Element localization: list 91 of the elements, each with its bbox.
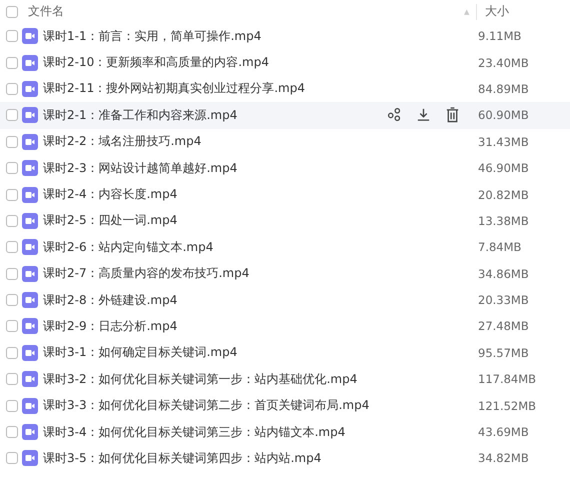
share-icon[interactable] [387, 107, 402, 122]
delete-icon[interactable] [445, 107, 460, 124]
file-size: 20.82MB [478, 188, 530, 202]
video-file-icon [22, 134, 38, 150]
size-column-header[interactable]: 大小 [485, 3, 570, 20]
file-size: 84.89MB [478, 82, 530, 96]
video-file-icon [22, 344, 38, 361]
file-size: 117.84MB [478, 372, 538, 386]
file-size: 13.38MB [478, 214, 530, 228]
row-checkbox[interactable] [6, 188, 18, 201]
file-row[interactable]: 课时2-1：准备工作和内容来源.mp4 60.90MB [0, 102, 570, 129]
file-name: 课时2-7：高质量内容的发布技巧.mp4 [43, 265, 250, 282]
video-file-icon [22, 212, 38, 229]
file-row[interactable]: 课时2-2：域名注册技巧.mp4 31.43MB [0, 128, 570, 155]
row-checkbox[interactable] [6, 136, 18, 148]
file-row[interactable]: 课时2-3：网站设计越简单越好.mp4 46.90MB [0, 154, 570, 182]
file-row[interactable]: 课时1-1：前言：实用，简单可操作.mp4 9.11MB [0, 23, 570, 50]
file-name: 课时2-11：搜外网站初期真实创业过程分享.mp4 [43, 80, 306, 98]
download-icon[interactable] [416, 107, 431, 122]
file-name: 课时3-5：如何优化目标关键词第四步：站内站.mp4 [43, 450, 322, 467]
file-size: 43.69MB [478, 425, 530, 440]
file-size: 34.82MB [478, 451, 530, 466]
video-file-icon [22, 80, 38, 97]
video-file-icon [22, 318, 38, 334]
file-name: 课时2-5：四处一词.mp4 [43, 212, 178, 230]
file-name: 课时2-9：日志分析.mp4 [43, 318, 178, 335]
file-size: 27.48MB [478, 319, 530, 334]
row-checkbox[interactable] [6, 56, 18, 69]
video-file-icon [22, 54, 38, 71]
file-size: 9.11MB [478, 29, 522, 44]
video-file-icon [22, 398, 38, 414]
row-checkbox[interactable] [6, 320, 18, 332]
row-checkbox[interactable] [6, 346, 18, 359]
file-name: 课时3-4：如何优化目标关键词第三步：站内锚文本.mp4 [43, 424, 346, 441]
file-size: 23.40MB [478, 56, 530, 70]
video-file-icon [22, 266, 38, 282]
video-file-icon [22, 186, 38, 203]
row-checkbox[interactable] [6, 268, 18, 280]
file-row[interactable]: 课时2-11：搜外网站初期真实创业过程分享.mp4 84.89MB [0, 76, 570, 102]
video-file-icon [22, 292, 38, 308]
row-checkbox[interactable] [6, 294, 18, 306]
file-name: 课时2-1：准备工作和内容来源.mp4 [43, 106, 238, 124]
file-row[interactable]: 课时2-4：内容长度.mp4 20.82MB [0, 181, 570, 208]
file-row[interactable]: 课时2-5：四处一词.mp4 13.38MB [0, 208, 570, 234]
file-name: 课时3-1：如何确定目标关键词.mp4 [43, 344, 238, 362]
file-name: 课时2-6：站内定向锚文本.mp4 [43, 238, 214, 256]
row-checkbox[interactable] [6, 162, 18, 174]
file-name: 课时3-2：如何优化目标关键词第一步：站内基础优化.mp4 [43, 370, 358, 388]
file-size: 95.57MB [478, 346, 530, 360]
file-row[interactable]: 课时3-2：如何优化目标关键词第一步：站内基础优化.mp4 117.84MB [0, 366, 570, 392]
row-checkbox[interactable] [6, 400, 18, 412]
row-checkbox[interactable] [6, 82, 18, 95]
select-all-checkbox[interactable] [6, 6, 18, 18]
row-checkbox[interactable] [6, 30, 18, 42]
file-name: 课时2-4：内容长度.mp4 [43, 186, 178, 204]
file-size: 20.33MB [478, 293, 530, 308]
video-file-icon [22, 424, 38, 440]
video-file-icon [22, 371, 38, 388]
file-row[interactable]: 课时3-3：如何优化目标关键词第二步：首页关键词布局.mp4 121.52MB [0, 392, 570, 419]
file-row[interactable]: 课时2-6：站内定向锚文本.mp4 7.84MB [0, 234, 570, 261]
file-row[interactable]: 课时2-8：外链建设.mp4 20.33MB [0, 286, 570, 314]
row-checkbox[interactable] [6, 373, 18, 386]
video-file-icon [22, 28, 38, 44]
video-file-icon [22, 450, 38, 466]
row-checkbox[interactable] [6, 426, 18, 438]
file-row[interactable]: 课时3-5：如何优化目标关键词第四步：站内站.mp4 34.82MB [0, 445, 570, 472]
file-size: 121.52MB [478, 398, 538, 413]
file-name: 课时2-2：域名注册技巧.mp4 [43, 133, 202, 150]
file-size: 60.90MB [478, 108, 530, 122]
file-size: 46.90MB [478, 161, 530, 176]
file-row[interactable]: 课时3-1：如何确定目标关键词.mp4 95.57MB [0, 340, 570, 366]
file-row[interactable]: 课时2-7：高质量内容的发布技巧.mp4 34.86MB [0, 260, 570, 287]
file-row[interactable]: 课时2-10：更新频率和高质量的内容.mp4 23.40MB [0, 49, 570, 76]
name-column-header[interactable]: 文件名 [28, 3, 464, 20]
video-file-icon [22, 160, 38, 176]
file-name: 课时2-10：更新频率和高质量的内容.mp4 [43, 54, 270, 72]
file-size: 31.43MB [478, 134, 530, 149]
file-row[interactable]: 课时2-9：日志分析.mp4 27.48MB [0, 313, 570, 340]
video-file-icon [22, 239, 38, 256]
file-row[interactable]: 课时3-4：如何优化目标关键词第三步：站内锚文本.mp4 43.69MB [0, 418, 570, 446]
file-name: 课时2-8：外链建设.mp4 [43, 292, 178, 309]
file-size: 34.86MB [478, 266, 530, 281]
file-name: 课时1-1：前言：实用，简单可操作.mp4 [43, 28, 262, 45]
video-file-icon [22, 107, 38, 124]
file-size: 7.84MB [478, 240, 522, 254]
row-checkbox[interactable] [6, 452, 18, 464]
row-checkbox[interactable] [6, 214, 18, 227]
row-checkbox[interactable] [6, 241, 18, 254]
file-name: 课时3-3：如何优化目标关键词第二步：首页关键词布局.mp4 [43, 397, 370, 414]
file-name: 课时2-3：网站设计越简单越好.mp4 [43, 160, 238, 177]
row-checkbox[interactable] [6, 109, 18, 122]
